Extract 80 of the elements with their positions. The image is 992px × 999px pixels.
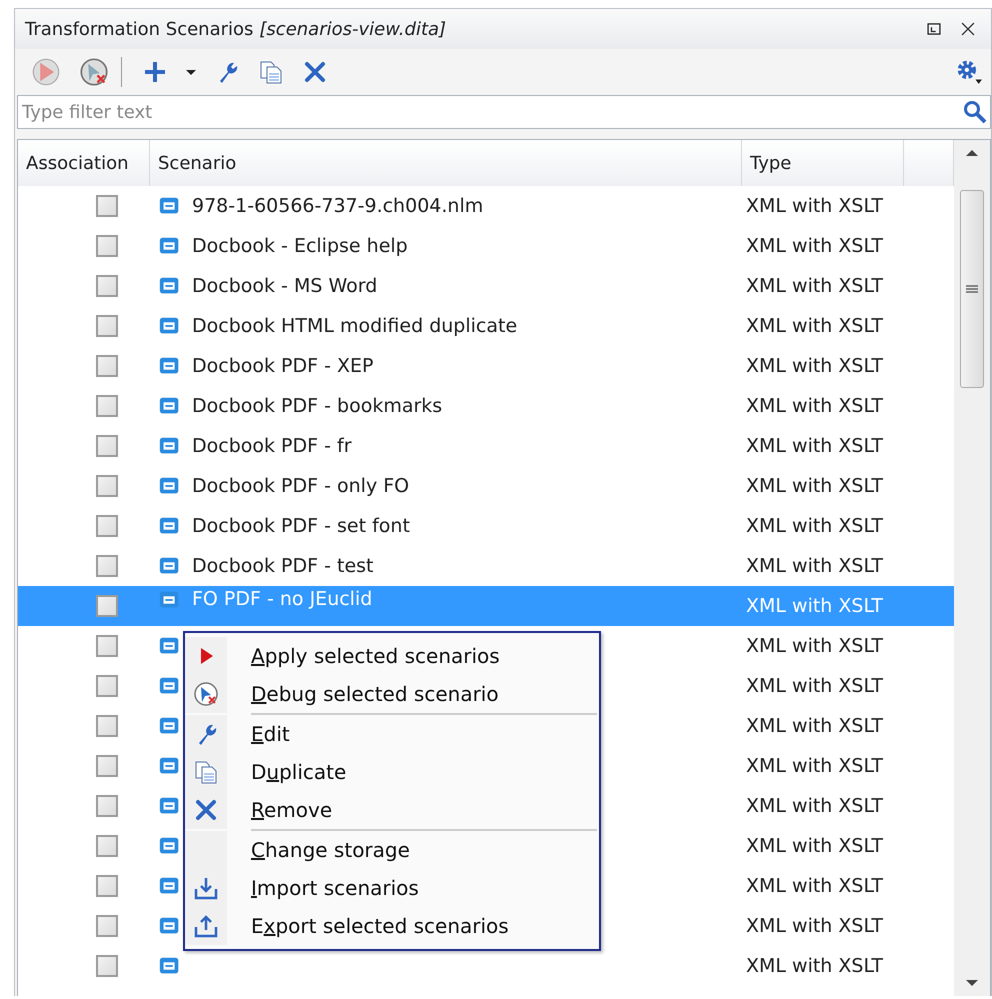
- scroll-down-icon: [966, 980, 978, 986]
- play-icon: [31, 57, 61, 87]
- scenario-type: XML with XSLT: [745, 955, 884, 977]
- checkbox[interactable]: [96, 515, 118, 537]
- scenario-type: XML with XSLT: [745, 555, 884, 577]
- caret-icon: [186, 70, 196, 74]
- checkbox[interactable]: [96, 475, 118, 497]
- plus-icon: [142, 59, 168, 85]
- scenario-type: XML with XSLT: [745, 355, 884, 377]
- debug-icon: [79, 57, 109, 87]
- menu-item-label: Change storage: [251, 838, 410, 862]
- checkbox[interactable]: [96, 275, 118, 297]
- scenario-type: XML with XSLT: [745, 795, 884, 817]
- file-name: [scenarios-view.dita]: [259, 18, 446, 40]
- scenario-name: Docbook HTML modified duplicate: [192, 315, 518, 337]
- scenario-type: XML with XSLT: [745, 475, 884, 497]
- scenario-type: XML with XSLT: [745, 395, 884, 417]
- scrollbar[interactable]: [954, 140, 990, 996]
- menu-item-label: Edit: [251, 722, 290, 746]
- scenario-type: XML with XSLT: [745, 755, 884, 777]
- scenario-type: XML with XSLT: [745, 675, 884, 697]
- remove-icon: [193, 797, 219, 823]
- remove-icon: [302, 59, 328, 85]
- scenario-type: XML with XSLT: [745, 195, 884, 217]
- export-icon: [193, 913, 219, 939]
- checkbox[interactable]: [96, 755, 118, 777]
- scenario-type: XML with XSLT: [745, 835, 884, 857]
- menu-item-label: Apply selected scenarios: [251, 644, 500, 668]
- scenario-name: Docbook PDF - fr: [192, 435, 352, 457]
- checkbox[interactable]: [96, 395, 118, 417]
- scenario-name: Docbook PDF - only FO: [192, 475, 410, 497]
- scenario-type: XML with XSLT: [745, 875, 884, 897]
- copy-icon: [193, 759, 219, 785]
- grip-icon: [966, 285, 978, 293]
- import-icon: [193, 875, 219, 901]
- scenario-type: XML with XSLT: [745, 515, 884, 537]
- checkbox[interactable]: [96, 195, 118, 217]
- checkbox[interactable]: [96, 635, 118, 657]
- checkbox[interactable]: [96, 715, 118, 737]
- panel-title: Transformation Scenarios: [25, 18, 254, 40]
- scenario-name: Docbook PDF - set font: [192, 515, 410, 537]
- scenario-type: XML with XSLT: [745, 635, 884, 657]
- checkbox[interactable]: [96, 835, 118, 857]
- checkbox[interactable]: [96, 915, 118, 937]
- scenario-type: XML with XSLT: [745, 715, 884, 737]
- scenario-type: XML with XSLT: [745, 435, 884, 457]
- scenario-name: Docbook PDF - test: [192, 555, 374, 577]
- checkbox[interactable]: [96, 435, 118, 457]
- search-icon: [962, 99, 988, 125]
- settings-icon: [955, 58, 983, 86]
- menu-item-label: Export selected scenarios: [251, 914, 509, 938]
- scroll-up-icon: [966, 150, 978, 156]
- menu-item-label: Import scenarios: [251, 876, 419, 900]
- checkbox[interactable]: [96, 675, 118, 697]
- filter-field[interactable]: Type filter text: [17, 95, 991, 129]
- checkbox[interactable]: [96, 875, 118, 897]
- scenario-type: XML with XSLT: [745, 235, 884, 257]
- scenario-name: Docbook - MS Word: [192, 275, 378, 297]
- menu-item-label: Debug selected scenario: [251, 682, 499, 706]
- scenario-name: 978-1-60566-737-9.ch004.nlm: [192, 195, 484, 217]
- debug-icon: [193, 681, 219, 707]
- scenario-name: FO PDF - no JEuclid: [192, 588, 372, 610]
- scenario-name: Docbook PDF - bookmarks: [192, 395, 442, 417]
- copy-icon: [258, 59, 284, 85]
- checkbox[interactable]: [96, 955, 118, 977]
- scenario-type: XML with XSLT: [745, 275, 884, 297]
- menu-item-label: Remove: [251, 798, 332, 822]
- checkbox[interactable]: [96, 595, 118, 617]
- checkbox[interactable]: [96, 315, 118, 337]
- scenario-name: Docbook PDF - XEP: [192, 355, 374, 377]
- menu-item-label: Duplicate: [251, 760, 346, 784]
- checkbox[interactable]: [96, 235, 118, 257]
- checkbox[interactable]: [96, 555, 118, 577]
- new-dropdown-button[interactable]: [184, 68, 198, 76]
- scenario-type: XML with XSLT: [745, 595, 884, 617]
- scenario-name: Docbook - Eclipse help: [192, 235, 408, 257]
- checkbox[interactable]: [96, 795, 118, 817]
- scenario-type: XML with XSLT: [745, 915, 884, 937]
- scenario-type: XML with XSLT: [745, 315, 884, 337]
- checkbox[interactable]: [96, 355, 118, 377]
